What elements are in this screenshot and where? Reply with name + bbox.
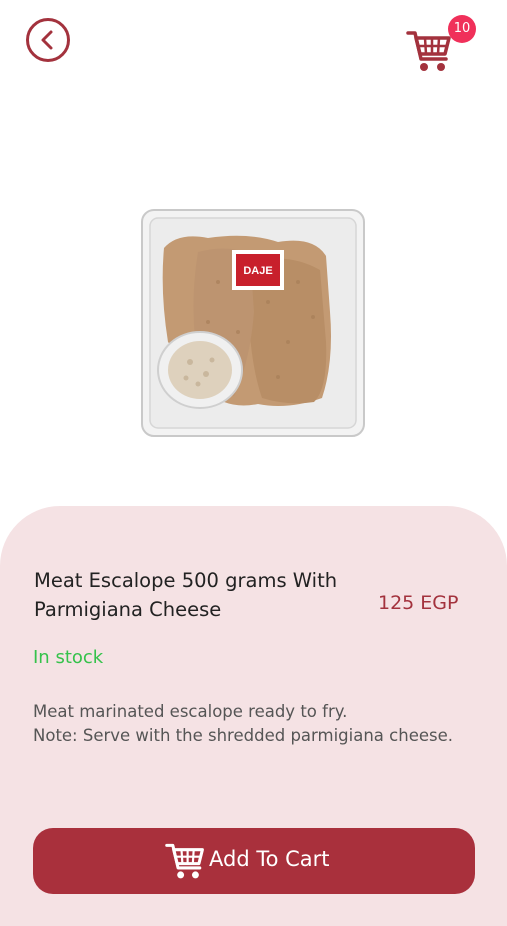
product-description: Meat marinated escalope ready to fry. No… (33, 702, 453, 745)
product-title: Meat Escalope 500 grams With Parmigiana … (34, 569, 338, 621)
chevron-left-icon (41, 30, 53, 50)
shopping-cart-icon (406, 31, 451, 71)
brand-logo-text: DAJE (243, 265, 272, 277)
add-to-cart-button[interactable]: Add To Cart (33, 828, 475, 894)
product-price: 125 EGP (378, 592, 459, 614)
add-to-cart-label: Add To Cart (209, 847, 330, 871)
stock-status: In stock (33, 647, 104, 668)
back-button[interactable] (26, 18, 70, 62)
shopping-cart-icon (165, 843, 204, 879)
cart-count-badge: 10 (448, 15, 476, 43)
product-image: DAJE (138, 192, 368, 442)
cart-button[interactable] (406, 28, 452, 74)
